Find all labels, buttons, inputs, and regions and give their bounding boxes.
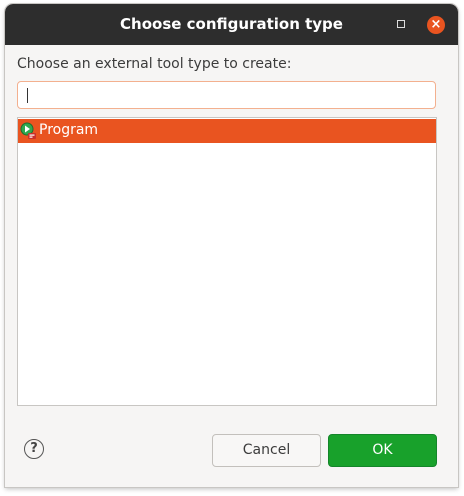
prompt-label: Choose an external tool type to create: bbox=[17, 56, 292, 72]
close-icon[interactable]: × bbox=[427, 16, 445, 34]
tool-type-list[interactable]: Program bbox=[17, 117, 437, 406]
text-cursor bbox=[27, 88, 28, 103]
list-item-program[interactable]: Program bbox=[18, 119, 436, 143]
cancel-button[interactable]: Cancel bbox=[212, 434, 321, 467]
program-launch-icon bbox=[20, 122, 38, 140]
filter-input[interactable] bbox=[17, 81, 436, 109]
list-item-label: Program bbox=[39, 122, 99, 138]
maximize-icon[interactable] bbox=[397, 20, 405, 28]
ok-button[interactable]: OK bbox=[328, 434, 437, 467]
dialog-title: Choose configuration type bbox=[120, 15, 343, 33]
help-icon[interactable]: ? bbox=[24, 439, 44, 459]
title-bar[interactable]: Choose configuration type × bbox=[5, 4, 458, 45]
